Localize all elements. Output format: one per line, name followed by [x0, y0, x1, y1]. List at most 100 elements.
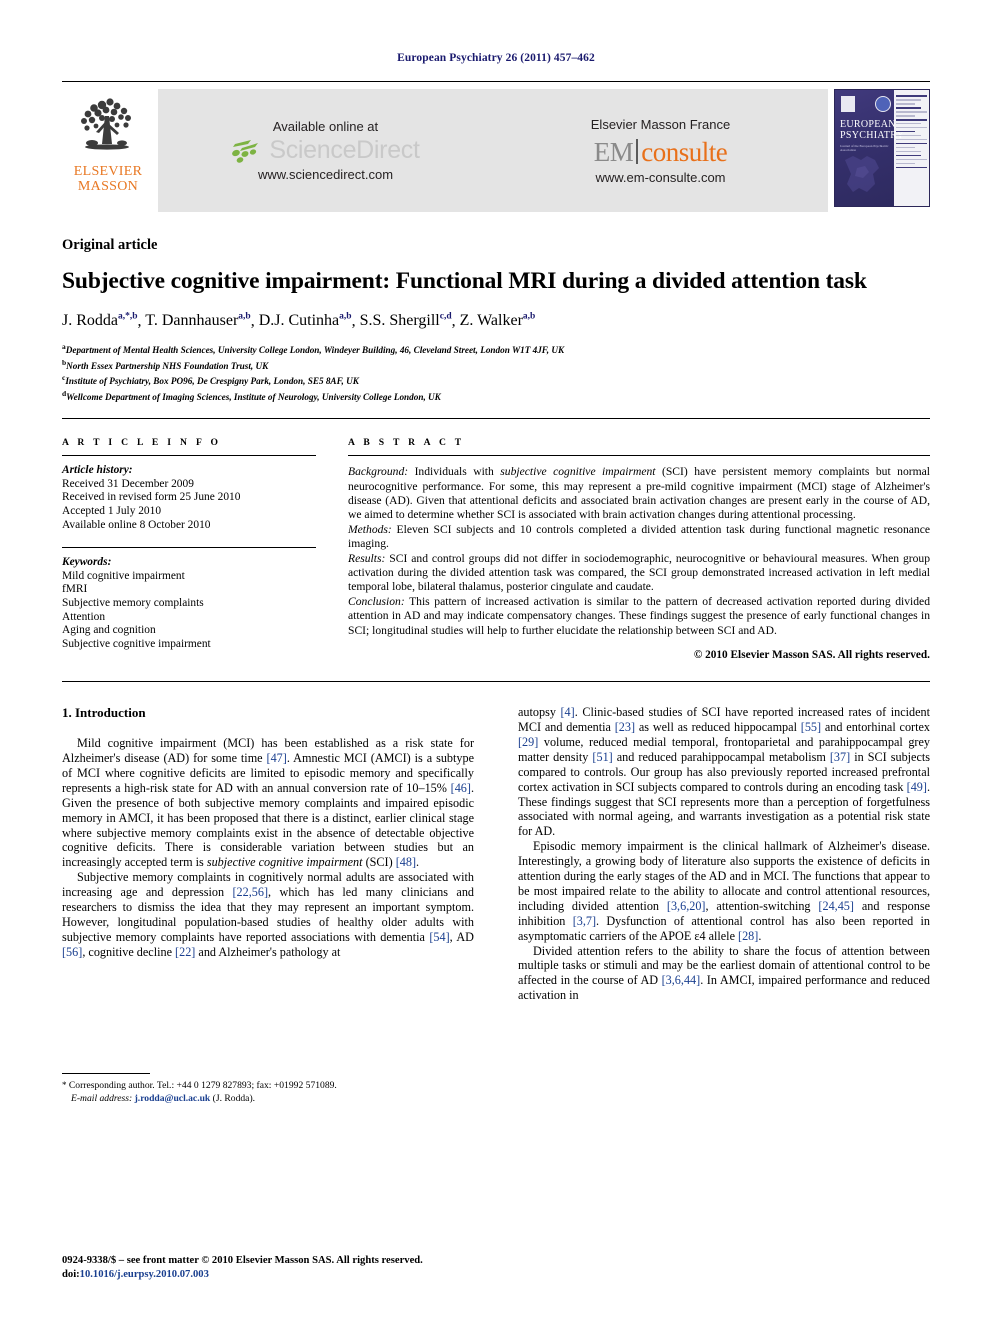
cover-line — [896, 146, 915, 149]
keyword-item[interactable]: Attention — [62, 611, 316, 625]
citation-ref[interactable]: [23] — [615, 720, 635, 734]
publisher-banner: Available online at ScienceDirect www.sc… — [158, 89, 828, 212]
author-item[interactable]: J. Roddaa,*,b — [62, 312, 138, 329]
sciencedirect-leaf-icon — [232, 139, 259, 163]
cover-line — [896, 126, 927, 129]
citation-ref[interactable]: [3,6,44] — [662, 973, 701, 987]
cover-line — [896, 134, 921, 137]
citation-ref[interactable]: [56] — [62, 945, 82, 959]
citation-ref[interactable]: [54] — [429, 930, 449, 944]
citation-ref[interactable]: [29] — [518, 735, 538, 749]
emconsulte-logo: EM consulte — [593, 136, 728, 167]
em-wordmark-left: EM — [593, 136, 634, 167]
body-paragraph: Mild cognitive impairment (MCI) has been… — [62, 736, 474, 870]
abstract-column: A B S T R A C T Background: Individuals … — [348, 437, 930, 661]
citation-ref[interactable]: [37] — [830, 750, 850, 764]
keyword-item[interactable]: Subjective cognitive impairment — [62, 638, 316, 652]
footnote-contact-line: * Corresponding author. Tel.: +44 0 1279… — [62, 1080, 337, 1092]
available-online-label: Available online at — [272, 119, 379, 134]
author-affiliation-marks: a,b — [522, 312, 536, 322]
abstract-section-conclusion: Conclusion: This pattern of increased ac… — [348, 594, 930, 637]
author-affiliation-marks: a,*,b — [118, 312, 138, 322]
citation-ref[interactable]: [49] — [907, 780, 927, 794]
affiliation-item: bNorth Essex Partnership NHS Foundation … — [62, 357, 269, 371]
citation-ref[interactable]: [28] — [738, 929, 758, 943]
keyword-item[interactable]: fMRI — [62, 583, 316, 597]
author-item[interactable]: T. Dannhausera,b — [145, 312, 250, 329]
footnote-email-line: E-mail address: j.rodda@ucl.ac.uk (J. Ro… — [71, 1092, 256, 1104]
abstract-section-background: Background: Individuals with subjective … — [348, 465, 930, 522]
body-column-right: autopsy [4]. Clinic-based studies of SCI… — [496, 705, 930, 1105]
author-affiliation-marks: a,b — [238, 312, 251, 322]
history-item: Available online 8 October 2010 — [62, 518, 211, 531]
author-item[interactable]: S.S. Shergillc,d — [360, 312, 452, 329]
citation-ref[interactable]: [46] — [451, 781, 471, 795]
abstract-heading: A B S T R A C T — [348, 437, 465, 449]
cover-line — [896, 102, 915, 105]
em-wordmark-right: consulte — [641, 136, 728, 167]
doi-link[interactable]: 10.1016/j.eurpsy.2010.07.003 — [80, 1269, 209, 1280]
abstract-section-results: Results: SCI and control groups did not … — [348, 551, 930, 594]
history-item: Accepted 1 July 2010 — [62, 504, 162, 517]
author-affiliation-marks: c,d — [439, 312, 452, 322]
keyword-item[interactable]: Mild cognitive impairment — [62, 570, 316, 584]
publisher-badge-icon — [841, 96, 855, 112]
body-columns: 1. Introduction Mild cognitive impairmen… — [62, 705, 930, 1105]
history-item: Received 31 December 2009 — [62, 477, 194, 490]
author-item[interactable]: D.J. Cutinhaa,b — [259, 312, 352, 329]
body-paragraph: autopsy [4]. Clinic-based studies of SCI… — [518, 705, 931, 839]
author-list: J. Roddaa,*,b, T. Dannhausera,b, D.J. Cu… — [62, 312, 536, 330]
keywords-block: Keywords: Mild cognitive impairment fMRI… — [62, 556, 316, 651]
cover-line — [896, 122, 921, 125]
citation-ref[interactable]: [4] — [560, 705, 574, 719]
citation-ref[interactable]: [22,56] — [232, 885, 268, 899]
keywords-rule — [62, 547, 316, 549]
author-item[interactable]: Z. Walkera,b — [460, 312, 536, 329]
cover-line — [896, 110, 927, 113]
sciencedirect-wordmark: ScienceDirect — [269, 136, 420, 164]
citation-ref[interactable]: [48] — [396, 855, 416, 869]
citation-ref[interactable]: [22] — [175, 945, 195, 959]
cover-line — [896, 95, 927, 97]
citation-ref[interactable]: [47] — [267, 751, 287, 765]
abstract-rule — [348, 455, 930, 457]
citation-ref[interactable]: [3,6,20] — [667, 899, 706, 913]
section-heading-introduction: 1. Introduction — [62, 705, 146, 721]
elsevier-masson-logo: ELSEVIER MASSON — [62, 89, 154, 212]
sciencedirect-url[interactable]: www.sciencedirect.com — [258, 167, 393, 182]
article-info-column: A R T I C L E I N F O Article history: R… — [62, 437, 316, 661]
citation-ref[interactable]: [51] — [592, 750, 612, 764]
body-paragraph: Subjective memory complaints in cognitiv… — [62, 870, 475, 959]
abstract-copyright: © 2010 Elsevier Masson SAS. All rights r… — [693, 649, 930, 662]
emconsulte-url[interactable]: www.em-consulte.com — [595, 170, 725, 185]
cover-line — [896, 150, 921, 153]
affiliation-item: dWellcome Department of Imaging Sciences… — [62, 388, 441, 402]
cover-line — [896, 162, 915, 165]
cover-line — [896, 130, 915, 133]
keyword-item[interactable]: Subjective memory complaints — [62, 597, 316, 611]
keyword-item[interactable]: Aging and cognition — [62, 624, 316, 638]
cover-line — [896, 142, 927, 145]
keywords-label: Keywords: — [62, 556, 112, 569]
cover-line — [896, 154, 921, 157]
citation-ref[interactable]: [55] — [801, 720, 821, 734]
citation-ref[interactable]: [3,7] — [573, 914, 596, 928]
running-head: European Psychiatry 26 (2011) 457–462 — [397, 52, 595, 64]
cover-line — [896, 114, 915, 117]
email-link[interactable]: j.rodda@ucl.ac.uk — [135, 1093, 211, 1104]
elsevier-wordmark: ELSEVIER MASSON — [73, 164, 143, 194]
body-column-left: 1. Introduction Mild cognitive impairmen… — [62, 705, 496, 1105]
journal-cover-thumbnail[interactable]: EUROPEAN PSYCHIATRY Journal of the Europ… — [834, 89, 930, 207]
cover-line — [896, 98, 921, 101]
issn-line: 0924-9338/$ – see front matter © 2010 El… — [62, 1255, 423, 1267]
sciencedirect-block[interactable]: Available online at ScienceDirect www.sc… — [158, 89, 493, 212]
masthead: ELSEVIER MASSON Available online at Scie… — [62, 81, 930, 212]
tree-icon — [81, 98, 131, 150]
citation-ref[interactable]: [24,45] — [818, 899, 854, 913]
sciencedirect-logo: ScienceDirect — [231, 136, 420, 164]
article-info-rule — [62, 455, 316, 457]
affiliation-list: aDepartment of Mental Health Sciences, U… — [62, 341, 930, 403]
footnote-marker: * — [62, 1080, 67, 1091]
affiliation-item: aDepartment of Mental Health Sciences, U… — [62, 342, 565, 356]
emconsulte-block[interactable]: Elsevier Masson France EM consulte www.e… — [493, 89, 828, 212]
